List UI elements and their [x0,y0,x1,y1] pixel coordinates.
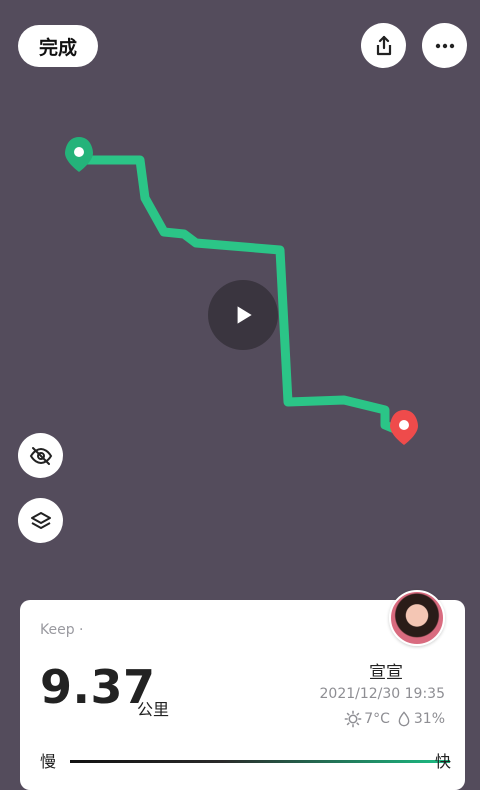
user-name: 宣宣 [369,663,403,683]
more-icon [435,43,454,48]
play-icon [237,306,252,324]
more-button[interactable] [422,23,467,68]
speed-legend: 慢 快 [20,748,465,774]
workout-datetime: 2021/12/30 19:35 [319,686,446,702]
weather-info: 7°C 31% [344,710,445,728]
start-marker [65,137,93,172]
speed-gradient-bar [70,760,450,763]
eye-off-icon [29,446,52,465]
layers-button[interactable] [18,498,63,543]
brand-label: Keep · [40,622,84,638]
avatar[interactable] [389,590,445,646]
speed-slow-label: 慢 [40,752,57,771]
done-button[interactable]: 完成 [18,25,98,67]
layers-icon [30,511,51,529]
speed-fast-label: 快 [434,752,451,771]
droplet-icon [398,711,410,727]
hide-route-button[interactable] [18,433,63,478]
sun-icon [344,710,362,728]
humidity-value: 31% [413,711,445,727]
temperature-value: 7°C [364,711,390,727]
share-icon [376,35,391,55]
share-button[interactable] [361,23,406,68]
temperature-item: 7°C [344,710,390,728]
end-marker [390,410,418,445]
distance-unit: 公里 [137,700,170,719]
humidity-item: 31% [396,711,445,727]
play-button[interactable] [208,280,278,350]
